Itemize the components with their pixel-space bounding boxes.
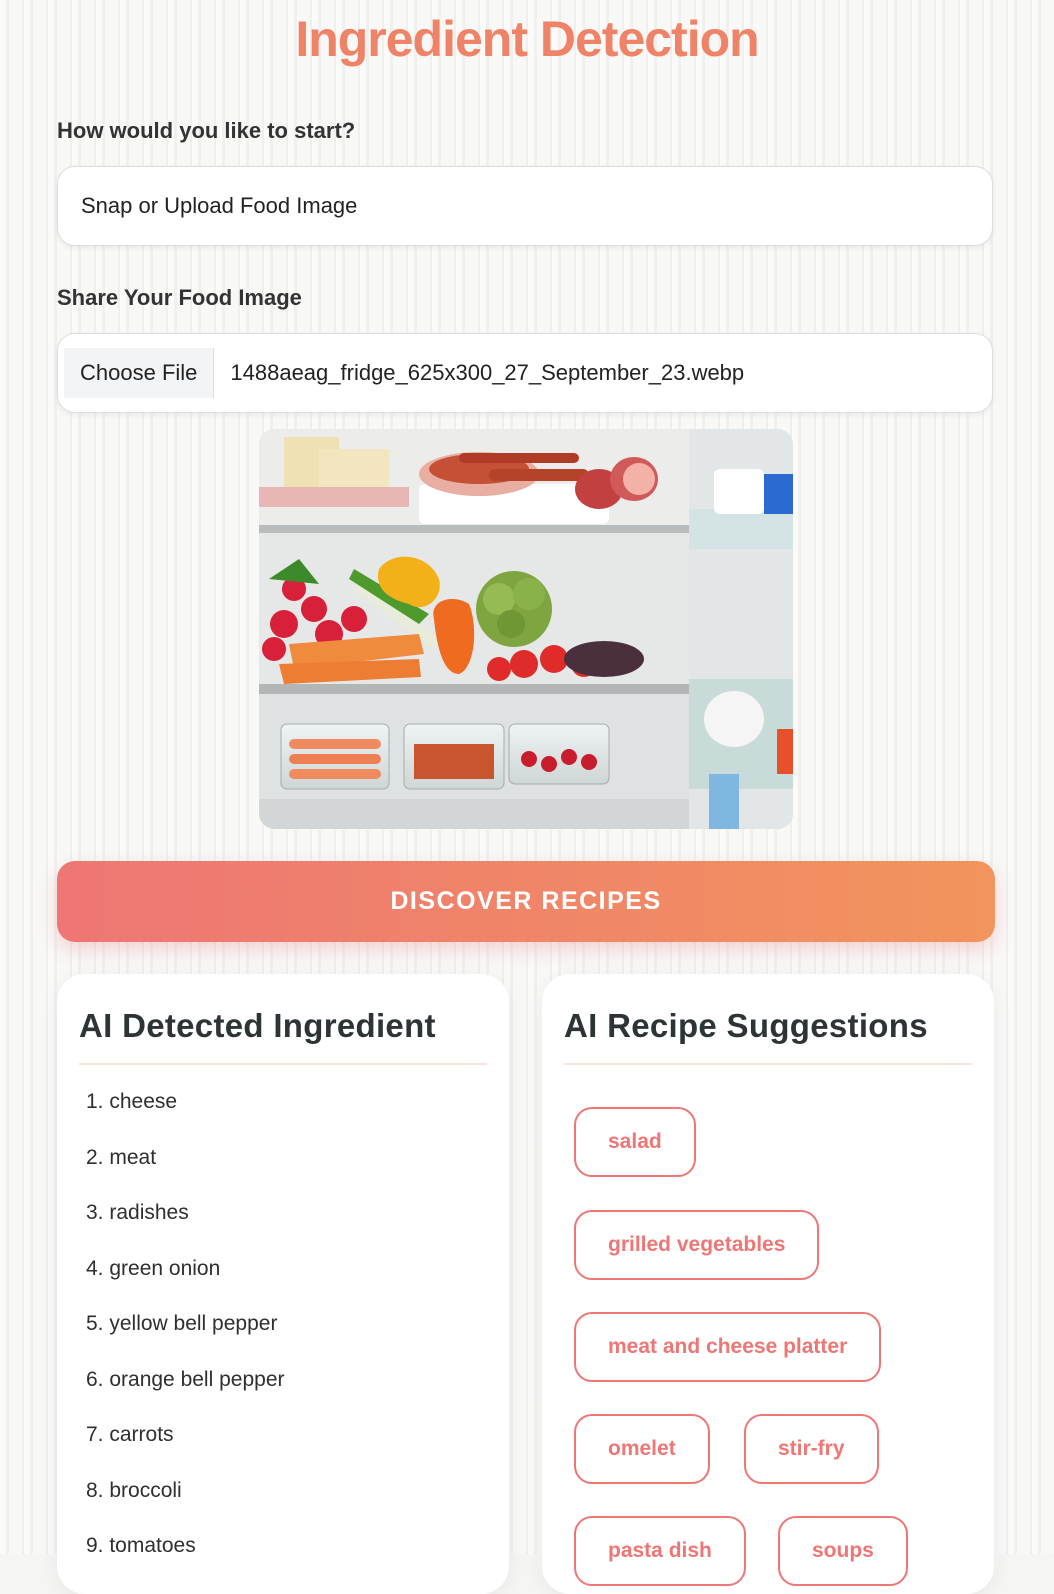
ingredient-item: 4. green onion	[86, 1256, 221, 1280]
recipe-chip[interactable]: meat and cheese platter	[574, 1312, 882, 1382]
ingredient-list: 1. cheese 2. meat 3. radishes 4. green o…	[86, 1086, 285, 1586]
recipes-divider	[564, 1063, 972, 1065]
ingredients-heading: AI Detected Ingredient	[79, 1007, 436, 1044]
start-mode-value: Snap or Upload Food Image	[81, 193, 358, 218]
start-mode-select[interactable]: Snap or Upload Food Image	[57, 166, 993, 246]
recipes-heading: AI Recipe Suggestions	[564, 1007, 928, 1044]
page-title: Ingredient Detection	[295, 11, 759, 67]
recipe-chip[interactable]: salad	[574, 1107, 696, 1177]
ingredients-card: AI Detected Ingredient 1. cheese 2. meat…	[57, 974, 509, 1594]
recipe-chip[interactable]: grilled vegetables	[574, 1210, 820, 1280]
ingredient-item: 2. meat	[86, 1145, 157, 1169]
ingredients-divider	[79, 1063, 487, 1065]
ingredient-item: 9. tomatoes	[86, 1534, 196, 1557]
ingredient-item: 5. yellow bell pepper	[86, 1312, 278, 1335]
file-input[interactable]: Choose File 1488aeag_fridge_625x300_27_S…	[57, 333, 993, 413]
ingredient-item: 3. radishes	[86, 1201, 189, 1224]
choose-file-button[interactable]: Choose File	[64, 348, 215, 398]
upload-label: Share Your Food Image	[57, 285, 302, 310]
recipe-chip[interactable]: pasta dish	[574, 1516, 746, 1586]
start-mode-label: How would you like to start?	[57, 118, 356, 143]
recipe-chip[interactable]: soups	[778, 1516, 908, 1586]
discover-recipes-button[interactable]: DISCOVER RECIPES	[57, 861, 995, 942]
ingredient-item: 8. broccoli	[86, 1478, 182, 1502]
ingredient-item: 6. orange bell pepper	[86, 1367, 285, 1391]
recipes-card: AI Recipe Suggestions salad grilled vege…	[542, 974, 994, 1594]
file-name: 1488aeag_fridge_625x300_27_September_23.…	[230, 360, 745, 385]
uploaded-food-image	[259, 429, 793, 829]
recipe-chip[interactable]: omelet	[574, 1414, 710, 1484]
ingredient-item: 1. cheese	[86, 1090, 178, 1113]
recipe-chip[interactable]: stir-fry	[744, 1414, 879, 1484]
ingredient-item: 7. carrots	[86, 1423, 174, 1446]
